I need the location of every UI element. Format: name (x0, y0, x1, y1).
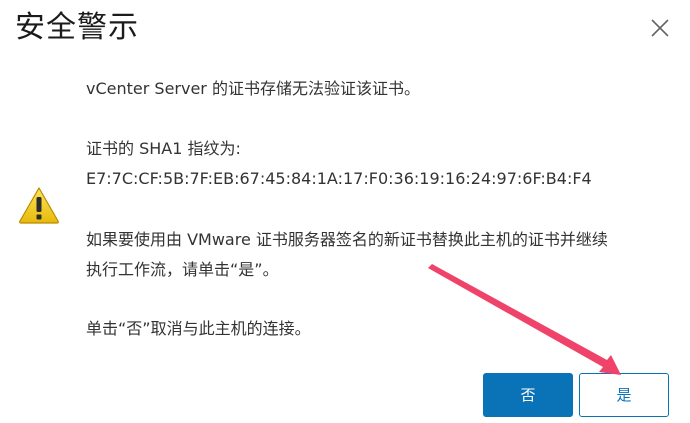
message-cert-store: vCenter Server 的证书存储无法验证该证书。 (86, 79, 420, 98)
message-replace-line2: 执行工作流，请单击“是”。 (86, 260, 279, 279)
close-icon (651, 19, 669, 37)
dialog-title: 安全警示 (15, 10, 139, 45)
message-cancel: 单击“否”取消与此主机的连接。 (86, 319, 311, 338)
yes-button[interactable]: 是 (579, 373, 669, 417)
no-button[interactable]: 否 (483, 373, 573, 417)
message-replace-line1: 如果要使用由 VMware 证书服务器签名的新证书替换此主机的证书并继续 (86, 230, 608, 249)
annotation-arrow (428, 264, 621, 375)
security-alert-dialog: 安全警示 vCenter Server 的证书存储无法验证该证书。 证书的 SH… (0, 0, 690, 423)
message-fingerprint-label: 证书的 SHA1 指纹为: (86, 139, 241, 158)
close-button[interactable] (645, 13, 675, 43)
message-fingerprint-value: E7:7C:CF:5B:7F:EB:67:45:84:1A:17:F0:36:1… (86, 169, 592, 188)
warning-icon (18, 186, 60, 224)
